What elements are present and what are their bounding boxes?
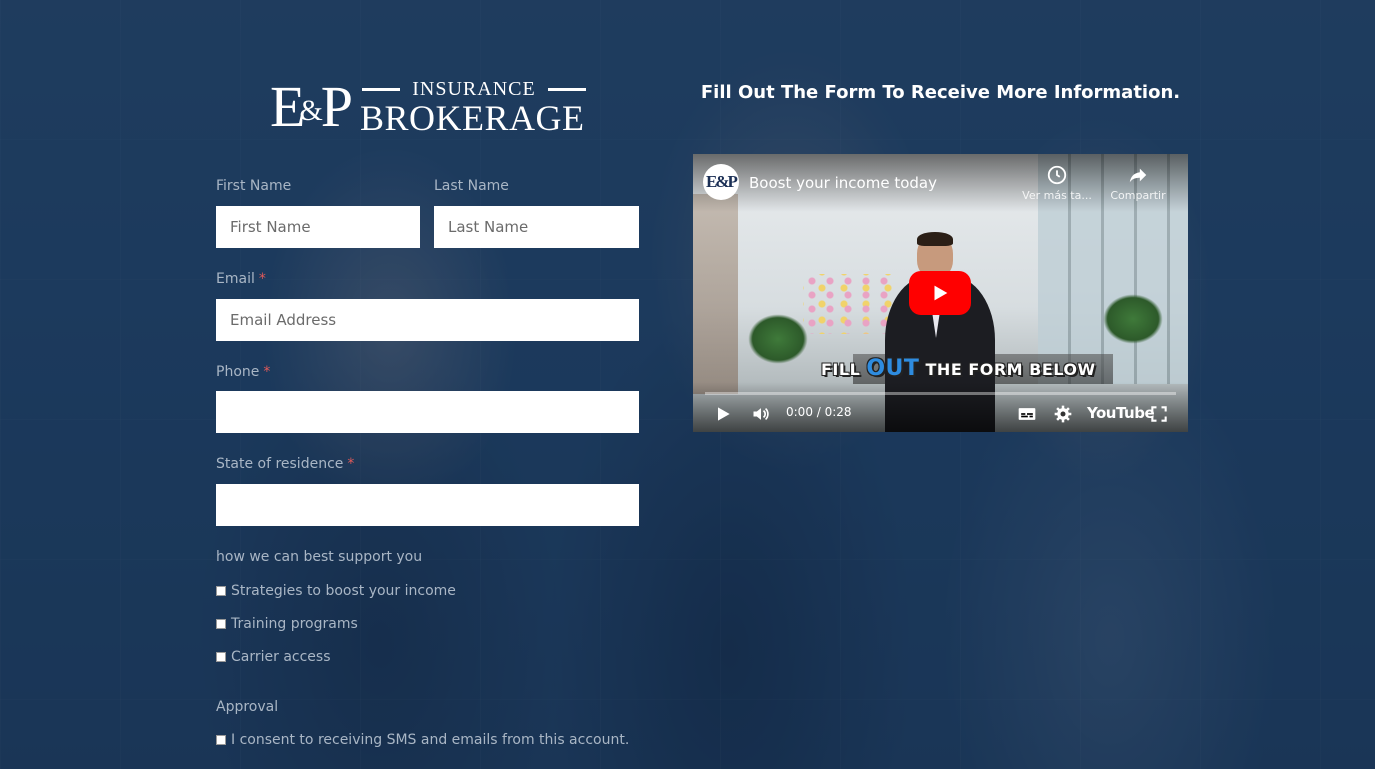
state-input[interactable]: [216, 484, 639, 526]
required-asterisk: *: [263, 364, 271, 380]
settings-button[interactable]: [1053, 402, 1073, 426]
consent-label: I consent to receiving SMS and emails fr…: [231, 732, 630, 748]
volume-icon: [753, 407, 769, 421]
consent-checkbox-row[interactable]: I consent to receiving SMS and emails fr…: [216, 732, 629, 748]
logo-monogram: E&P: [270, 78, 353, 136]
last-name-label: Last Name: [434, 178, 509, 194]
first-name-input[interactable]: [216, 206, 420, 248]
checkbox[interactable]: [216, 652, 226, 662]
share-arrow-icon: [1129, 168, 1147, 183]
gear-icon: [1054, 405, 1072, 423]
thumbnail-shelf: [693, 194, 738, 394]
video-time: 0:00 / 0:28: [786, 405, 852, 419]
channel-avatar[interactable]: E&P: [703, 164, 739, 200]
video-title[interactable]: Boost your income today: [749, 174, 937, 192]
watch-later-button[interactable]: Ver más ta...: [1022, 164, 1092, 202]
phone-input[interactable]: [216, 391, 639, 433]
logo-monogram-e: E: [270, 74, 306, 139]
subtitles-button[interactable]: [1017, 402, 1037, 426]
approval-label: Approval: [216, 699, 279, 715]
phone-label-text: Phone: [216, 364, 260, 380]
caption-post: THE FORM BELOW: [925, 360, 1096, 379]
phone-label: Phone *: [216, 364, 270, 380]
play-icon: [934, 285, 948, 301]
share-label: Compartir: [1110, 189, 1166, 202]
first-name-label-text: First Name: [216, 178, 292, 194]
last-name-label-text: Last Name: [434, 178, 509, 194]
thumbnail-plant: [1103, 294, 1163, 344]
volume-button[interactable]: [751, 402, 771, 426]
logo-monogram-amp: &: [299, 94, 322, 127]
thumbnail-plant: [748, 314, 808, 364]
caption-pre: FILL: [821, 360, 861, 379]
fullscreen-button[interactable]: [1149, 402, 1169, 426]
required-asterisk: *: [347, 456, 355, 472]
last-name-input[interactable]: [434, 206, 639, 248]
logo-rule-left: [362, 87, 400, 91]
first-name-label: First Name: [216, 178, 291, 194]
presenter-hair: [917, 232, 953, 246]
play-button-large[interactable]: [909, 271, 971, 315]
logo-monogram-p: P: [320, 74, 353, 139]
email-label-text: Email: [216, 271, 255, 287]
play-icon: [718, 407, 730, 421]
support-option-strategies[interactable]: Strategies to boost your income: [216, 583, 456, 599]
youtube-logo-link[interactable]: YouTube: [1087, 404, 1155, 422]
form-heading: Fill Out The Form To Receive More Inform…: [700, 82, 1181, 103]
clock-icon: [1047, 165, 1067, 185]
logo-brokerage-text: BROKERAGE: [360, 98, 585, 138]
support-option-label: Carrier access: [231, 649, 331, 665]
support-option-carrier[interactable]: Carrier access: [216, 649, 331, 665]
support-label: how we can best support you: [216, 549, 423, 565]
checkbox[interactable]: [216, 586, 226, 596]
state-label-text: State of residence: [216, 456, 344, 472]
play-button[interactable]: [713, 402, 733, 426]
support-option-label: Training programs: [231, 616, 358, 632]
fullscreen-icon: [1151, 406, 1167, 422]
email-input[interactable]: [216, 299, 639, 341]
logo-rule-right: [547, 87, 586, 91]
video-progress-bar[interactable]: [705, 392, 1176, 395]
email-label: Email *: [216, 271, 266, 287]
support-option-label: Strategies to boost your income: [231, 583, 456, 599]
youtube-video-player[interactable]: E&P Boost your income today Ver más ta..…: [693, 154, 1188, 432]
watch-later-label: Ver más ta...: [1022, 189, 1092, 202]
support-option-training[interactable]: Training programs: [216, 616, 358, 632]
subtitles-icon: [1018, 408, 1036, 420]
brand-logo: E&P INSURANCE BROKERAGE: [270, 78, 590, 138]
state-label: State of residence *: [216, 456, 354, 472]
checkbox[interactable]: [216, 619, 226, 629]
caption-highlight: OUT: [866, 356, 920, 381]
thumbnail-sticky-notes: [803, 274, 893, 334]
video-caption: FILL OUT THE FORM BELOW: [821, 356, 1096, 381]
checkbox[interactable]: [216, 735, 226, 745]
logo-insurance-row: INSURANCE: [362, 78, 586, 100]
required-asterisk: *: [258, 271, 266, 287]
share-button[interactable]: Compartir: [1108, 164, 1168, 202]
